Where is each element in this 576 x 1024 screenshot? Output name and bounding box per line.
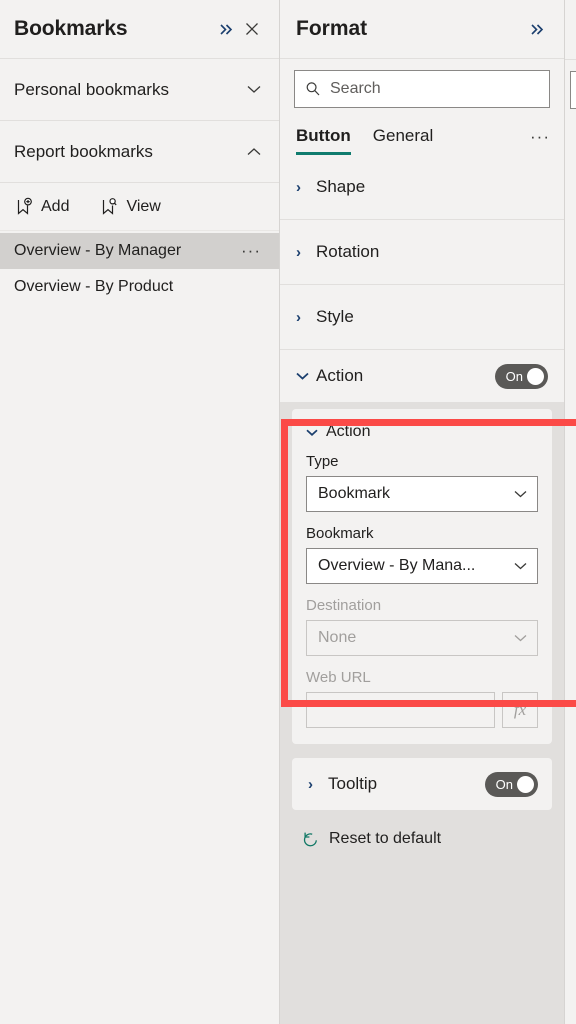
chevron-down-icon xyxy=(296,372,316,380)
reset-label: Reset to default xyxy=(329,830,442,847)
action-card: Action Type Bookmark Bookmark Overview -… xyxy=(292,409,552,744)
tabs-overflow-icon[interactable]: ··· xyxy=(530,127,550,155)
bookmarks-pane: Bookmarks Personal bookmarks Report book… xyxy=(0,0,279,1024)
chevron-down-icon xyxy=(514,490,527,498)
bookmarks-header: Bookmarks xyxy=(0,0,279,59)
type-dropdown[interactable]: Bookmark xyxy=(306,476,538,512)
type-dropdown-value: Bookmark xyxy=(318,485,391,502)
accordion-label: Shape xyxy=(316,177,366,196)
web-url-field-label: Web URL xyxy=(306,669,371,686)
accordion-label: Rotation xyxy=(316,242,380,261)
tooltip-label: Tooltip xyxy=(328,774,378,793)
chevron-down-icon xyxy=(514,634,527,642)
sidebar-section-report-bookmarks[interactable]: Report bookmarks xyxy=(0,121,279,183)
chevron-up-icon[interactable] xyxy=(247,147,261,156)
chevron-down-icon xyxy=(306,429,326,436)
chevron-right-icon: › xyxy=(296,178,301,196)
format-tabs: Button General ··· xyxy=(280,108,564,155)
bookmarks-list: Overview - By Manager ··· Overview - By … xyxy=(0,231,279,305)
close-icon[interactable] xyxy=(239,16,265,42)
accordion-shape[interactable]: › Shape xyxy=(280,155,564,220)
accordion-action[interactable]: Action On xyxy=(280,350,564,402)
sidebar-section-personal-bookmarks[interactable]: Personal bookmarks xyxy=(0,59,279,121)
toggle-state-label: On xyxy=(495,776,513,792)
add-label: Add xyxy=(41,197,70,215)
bookmark-label: Overview - By Manager xyxy=(14,242,182,259)
more-options-icon[interactable]: ··· xyxy=(241,241,265,261)
double-chevron-right-icon[interactable] xyxy=(524,16,550,42)
bookmarks-title: Bookmarks xyxy=(14,17,128,40)
toggle-knob xyxy=(527,367,544,385)
format-title: Format xyxy=(296,17,368,40)
bookmark-item-overview-by-product[interactable]: Overview - By Product xyxy=(0,269,279,305)
reset-to-default-button[interactable]: Reset to default xyxy=(280,810,564,848)
format-header: Format xyxy=(280,0,564,59)
bookmark-dropdown-value: Overview - By Mana... xyxy=(318,557,476,574)
add-bookmark-button[interactable]: Add xyxy=(14,197,69,217)
accordion-style[interactable]: › Style xyxy=(280,285,564,350)
chevron-right-icon: › xyxy=(308,775,313,793)
accordion-tooltip[interactable]: › Tooltip On xyxy=(292,758,552,810)
bookmark-item-overview-by-manager[interactable]: Overview - By Manager ··· xyxy=(0,233,279,269)
fx-button: fx xyxy=(502,692,538,728)
action-toggle[interactable]: On xyxy=(495,363,548,389)
accordion-label: Style xyxy=(316,307,354,326)
bookmarks-toolbar: Add View xyxy=(0,183,279,231)
view-bookmark-button[interactable]: View xyxy=(99,197,161,217)
destination-dropdown: None xyxy=(306,620,538,656)
chevron-down-icon xyxy=(514,562,527,570)
chevron-down-icon[interactable] xyxy=(247,85,261,94)
bookmark-add-icon xyxy=(14,197,34,217)
action-section: Action On Action Type Bookmark Bookmark … xyxy=(280,350,564,744)
tab-button[interactable]: Button xyxy=(296,126,351,155)
destination-dropdown-value: None xyxy=(318,629,357,646)
search-placeholder: Search xyxy=(330,80,381,97)
toggle-state-label: On xyxy=(505,368,523,384)
report-bookmarks-label: Report bookmarks xyxy=(14,141,153,161)
format-pane: Format Search Button General ··· › Shape… xyxy=(279,0,564,1024)
bookmark-label: Overview - By Product xyxy=(14,278,174,295)
double-chevron-right-icon[interactable] xyxy=(213,16,239,42)
format-body: › Shape › Rotation › Style Action On Act… xyxy=(280,155,564,1024)
chevron-right-icon: › xyxy=(296,243,301,261)
edge-divider xyxy=(565,59,576,60)
bookmark-view-icon xyxy=(99,197,119,217)
action-card-header[interactable]: Action xyxy=(306,423,538,441)
tab-general[interactable]: General xyxy=(373,126,433,155)
personal-bookmarks-label: Personal bookmarks xyxy=(14,79,169,99)
format-search-wrap: Search xyxy=(280,59,564,108)
action-card-title: Action xyxy=(326,423,371,440)
chevron-right-icon: › xyxy=(296,308,301,326)
bookmark-dropdown[interactable]: Overview - By Mana... xyxy=(306,548,538,584)
destination-field-label: Destination xyxy=(306,597,382,614)
edge-input-partial[interactable] xyxy=(570,71,576,109)
web-url-input xyxy=(306,692,495,728)
view-label: View xyxy=(126,197,161,215)
toggle-knob xyxy=(517,775,534,793)
web-url-row: fx xyxy=(306,692,538,728)
action-label: Action xyxy=(316,366,364,385)
search-input[interactable]: Search xyxy=(294,70,550,108)
tooltip-toggle[interactable]: On xyxy=(485,771,538,797)
bookmark-field-label: Bookmark xyxy=(306,525,374,542)
type-field-label: Type xyxy=(306,453,339,470)
search-icon xyxy=(305,81,321,97)
power-bi-panes: Bookmarks Personal bookmarks Report book… xyxy=(0,0,576,1024)
accordion-rotation[interactable]: › Rotation xyxy=(280,220,564,285)
adjacent-pane-edge xyxy=(564,0,576,1024)
reset-arrow-icon xyxy=(302,831,319,848)
